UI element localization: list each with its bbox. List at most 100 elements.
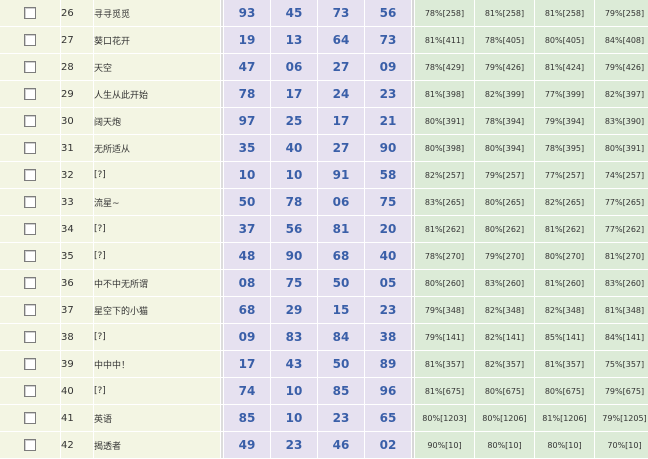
row-number: 26 bbox=[60, 0, 94, 27]
accuracy-stat: 79%[426] bbox=[474, 53, 535, 81]
predicted-number: 09 bbox=[364, 53, 412, 81]
accuracy-stat: 80%[270] bbox=[534, 242, 595, 270]
table-row: 39 中中中！ 17 43 50 89 81%[357] 82%[357] 81%[357] 75… bbox=[0, 350, 648, 378]
row-number: 40 bbox=[60, 377, 94, 405]
accuracy-stat: 74%[257] bbox=[594, 161, 648, 189]
row-checkbox[interactable] bbox=[24, 357, 36, 370]
accuracy-stat: 80%[1203] bbox=[414, 404, 475, 432]
table-row: 40 [?] 74 10 85 96 81%[675] 80%[675] 80%[675] 79%… bbox=[0, 377, 648, 405]
accuracy-stat: 83%[260] bbox=[474, 269, 535, 297]
row-checkbox[interactable] bbox=[24, 168, 36, 181]
row-number: 34 bbox=[60, 215, 94, 243]
predicted-number: 45 bbox=[270, 0, 318, 27]
row-number: 38 bbox=[60, 323, 94, 351]
row-select-cell bbox=[0, 80, 61, 108]
predicted-number: 56 bbox=[270, 215, 318, 243]
predicted-number: 38 bbox=[364, 323, 412, 351]
predicted-number: 84 bbox=[317, 323, 365, 351]
accuracy-stat: 80%[391] bbox=[414, 107, 475, 135]
row-select-cell bbox=[0, 323, 61, 351]
row-checkbox[interactable] bbox=[24, 87, 36, 100]
row-checkbox[interactable] bbox=[24, 114, 36, 127]
row-checkbox[interactable] bbox=[24, 384, 36, 397]
row-select-cell bbox=[0, 188, 61, 216]
row-number: 33 bbox=[60, 188, 94, 216]
row-checkbox[interactable] bbox=[24, 438, 36, 451]
accuracy-stat: 82%[265] bbox=[534, 188, 595, 216]
predicted-number: 78 bbox=[223, 80, 271, 108]
predicted-number: 83 bbox=[270, 323, 318, 351]
row-number: 30 bbox=[60, 107, 94, 135]
predicted-number: 73 bbox=[317, 0, 365, 27]
player-name: [?] bbox=[93, 215, 221, 243]
accuracy-stat: 81%[398] bbox=[414, 80, 475, 108]
predicted-number: 50 bbox=[317, 350, 365, 378]
row-number: 41 bbox=[60, 404, 94, 432]
predicted-number: 09 bbox=[223, 323, 271, 351]
accuracy-stat: 81%[260] bbox=[534, 269, 595, 297]
accuracy-stat: 81%[270] bbox=[594, 242, 648, 270]
accuracy-stat: 81%[357] bbox=[534, 350, 595, 378]
accuracy-stat: 82%[397] bbox=[594, 80, 648, 108]
row-checkbox[interactable] bbox=[24, 249, 36, 262]
predicted-number: 23 bbox=[270, 431, 318, 459]
player-name: [?] bbox=[93, 323, 221, 351]
predicted-number: 81 bbox=[317, 215, 365, 243]
predicted-number: 05 bbox=[364, 269, 412, 297]
row-checkbox[interactable] bbox=[24, 60, 36, 73]
table-row: 28 天空 47 06 27 09 78%[429] 79%[426] 81%[424] 79%[… bbox=[0, 53, 648, 81]
predicted-number: 06 bbox=[270, 53, 318, 81]
row-checkbox[interactable] bbox=[24, 276, 36, 289]
accuracy-stat: 80%[260] bbox=[414, 269, 475, 297]
row-checkbox[interactable] bbox=[24, 330, 36, 343]
row-select-cell bbox=[0, 26, 61, 54]
predicted-number: 13 bbox=[270, 26, 318, 54]
row-checkbox[interactable] bbox=[24, 222, 36, 235]
row-number: 31 bbox=[60, 134, 94, 162]
player-name: 阔天炮 bbox=[93, 107, 221, 135]
row-checkbox[interactable] bbox=[24, 6, 36, 19]
predicted-number: 50 bbox=[223, 188, 271, 216]
row-number: 39 bbox=[60, 350, 94, 378]
predicted-number: 58 bbox=[364, 161, 412, 189]
row-number: 32 bbox=[60, 161, 94, 189]
player-name: 星空下的小猫 bbox=[93, 296, 221, 324]
row-select-cell bbox=[0, 404, 61, 432]
predicted-number: 91 bbox=[317, 161, 365, 189]
row-checkbox[interactable] bbox=[24, 303, 36, 316]
table-row: 26 寻寻觅觅 93 45 73 56 78%[258] 81%[258] 81%[258] 79… bbox=[0, 0, 648, 27]
row-checkbox[interactable] bbox=[24, 195, 36, 208]
accuracy-stat: 80%[675] bbox=[534, 377, 595, 405]
player-name: 人生从此开始 bbox=[93, 80, 221, 108]
row-checkbox[interactable] bbox=[24, 33, 36, 46]
accuracy-stat: 80%[675] bbox=[474, 377, 535, 405]
table-row: 41 英语 85 10 23 65 80%[1203] 80%[1206] 81%[1206] 7… bbox=[0, 404, 648, 432]
predicted-number: 27 bbox=[317, 53, 365, 81]
table-row: 35 [?] 48 90 68 40 78%[270] 79%[270] 80%[270] 81%… bbox=[0, 242, 648, 270]
predicted-number: 27 bbox=[317, 134, 365, 162]
player-name: 中不中无所谓 bbox=[93, 269, 221, 297]
table-row: 32 [?] 10 10 91 58 82%[257] 79%[257] 77%[257] 74%… bbox=[0, 161, 648, 189]
table-row: 37 星空下的小猫 68 29 15 23 79%[348] 82%[348] 82%[348]… bbox=[0, 296, 648, 324]
accuracy-stat: 82%[348] bbox=[534, 296, 595, 324]
accuracy-stat: 78%[429] bbox=[414, 53, 475, 81]
predicted-number: 17 bbox=[317, 107, 365, 135]
accuracy-stat: 82%[257] bbox=[414, 161, 475, 189]
accuracy-stat: 80%[10] bbox=[534, 431, 595, 459]
row-select-cell bbox=[0, 161, 61, 189]
predicted-number: 43 bbox=[270, 350, 318, 378]
accuracy-stat: 81%[411] bbox=[414, 26, 475, 54]
row-number: 29 bbox=[60, 80, 94, 108]
row-checkbox[interactable] bbox=[24, 141, 36, 154]
player-name: [?] bbox=[93, 242, 221, 270]
table-row: 29 人生从此开始 78 17 24 23 81%[398] 82%[399] 77%[399]… bbox=[0, 80, 648, 108]
row-number: 35 bbox=[60, 242, 94, 270]
table-row: 27 葵口花开 19 13 64 73 81%[411] 78%[405] 80%[405] 84… bbox=[0, 26, 648, 54]
accuracy-stat: 80%[405] bbox=[534, 26, 595, 54]
player-name: 揭透者 bbox=[93, 431, 221, 459]
accuracy-stat: 81%[1206] bbox=[534, 404, 595, 432]
row-checkbox[interactable] bbox=[24, 411, 36, 424]
predicted-number: 23 bbox=[317, 404, 365, 432]
accuracy-stat: 81%[258] bbox=[534, 0, 595, 27]
predicted-number: 97 bbox=[223, 107, 271, 135]
